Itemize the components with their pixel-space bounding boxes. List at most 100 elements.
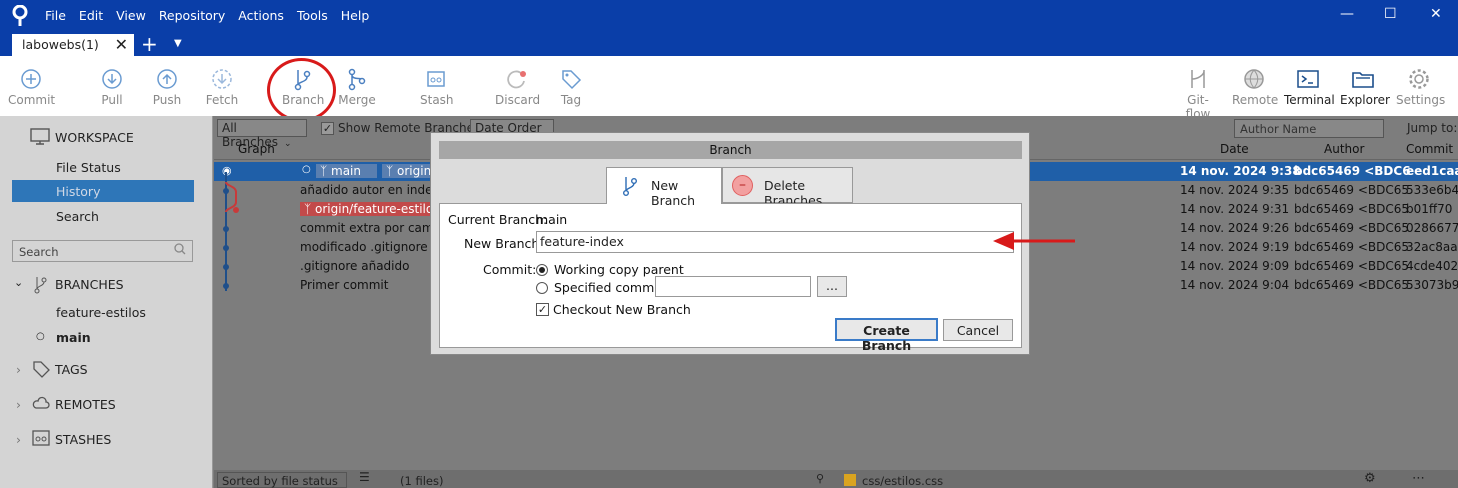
commit-description: modificado .gitignore	[300, 240, 428, 254]
menu-file[interactable]: File	[45, 8, 66, 23]
folder-icon	[1340, 65, 1386, 93]
chevron-right-icon[interactable]: ›	[16, 397, 21, 412]
settings-button[interactable]: Settings	[1396, 65, 1445, 107]
fetch-button[interactable]: Fetch	[205, 65, 239, 107]
tags-header[interactable]: TAGS	[55, 362, 88, 377]
remote-button[interactable]: Remote	[1232, 65, 1279, 107]
menu-help[interactable]: Help	[341, 8, 370, 23]
push-button[interactable]: Push	[152, 65, 182, 107]
search-icon	[174, 243, 186, 258]
current-branch-icon: ○	[36, 331, 45, 342]
specified-commit-input[interactable]	[655, 276, 811, 297]
all-branches-select[interactable]: All Branches ⌄	[217, 119, 307, 149]
bottom-bar: Sorted by file status ☰ (1 files) ⚲ css/…	[214, 470, 1458, 488]
author-name-input[interactable]: Author Name	[1234, 119, 1384, 138]
menu-view[interactable]: View	[116, 8, 146, 23]
menu-actions[interactable]: Actions	[238, 8, 284, 23]
create-branch-button[interactable]: Create Branch	[835, 318, 938, 353]
terminal-button[interactable]: Terminal	[1284, 65, 1335, 107]
browse-commit-button[interactable]: ...	[817, 276, 847, 297]
chevron-right-icon[interactable]: ›	[16, 432, 21, 447]
commit-date: 14 nov. 2024 9:09	[1180, 259, 1290, 273]
branch-tag-origin: ᛉ origin	[382, 164, 434, 178]
push-label: Push	[152, 93, 182, 107]
repo-tab-label: labowebs(1)	[22, 37, 99, 52]
merge-button[interactable]: Merge	[338, 65, 376, 107]
new-branch-input[interactable]: feature-index	[536, 231, 1014, 253]
author-column-header[interactable]: Author	[1324, 142, 1364, 156]
explorer-button[interactable]: Explorer	[1340, 65, 1390, 107]
new-tab-icon[interactable]: +	[141, 32, 158, 56]
tag-icon	[32, 360, 50, 381]
sidebar-item-search[interactable]: Search	[56, 209, 99, 224]
merge-icon	[338, 65, 376, 93]
remote-label: Remote	[1232, 93, 1279, 107]
specified-commit-radio[interactable]	[536, 282, 548, 294]
commit-author: bdc65469 <BDC65	[1294, 221, 1409, 235]
pull-label: Pull	[101, 93, 123, 107]
commit-hash: b01ff70	[1406, 202, 1453, 216]
branch-feature-estilos[interactable]: feature-estilos	[56, 305, 146, 320]
discard-label: Discard	[495, 93, 541, 107]
remotes-header[interactable]: REMOTES	[55, 397, 116, 412]
tag-button[interactable]: Tag	[560, 65, 582, 107]
branch-tag-main-label: main	[331, 164, 361, 178]
close-tab-icon[interactable]: ✕	[115, 35, 128, 54]
branch-icon	[32, 275, 48, 298]
commit-label: Commit:	[483, 262, 537, 277]
new-branch-label: New Branch:	[464, 236, 544, 251]
commit-hash: 4cde402	[1406, 259, 1458, 273]
checkout-checkbox[interactable]: ✓	[536, 303, 549, 316]
search-input[interactable]: Search	[12, 240, 193, 262]
cancel-button[interactable]: Cancel	[943, 319, 1013, 341]
tag-icon	[560, 65, 582, 93]
sidebar-item-file-status[interactable]: File Status	[56, 160, 121, 175]
pull-button[interactable]: Pull	[98, 65, 126, 107]
branches-header[interactable]: BRANCHES	[55, 277, 124, 292]
commit-button[interactable]: Commit	[8, 65, 55, 107]
show-remote-checkbox[interactable]: ✓	[321, 122, 334, 135]
commit-icon	[8, 65, 53, 93]
terminal-label: Terminal	[1284, 93, 1335, 107]
chevron-down-icon[interactable]: ⌄	[14, 276, 23, 289]
stash-label: Stash	[420, 93, 454, 107]
sourcetree-logo-icon	[12, 4, 28, 30]
list-view-icon[interactable]: ☰	[359, 470, 370, 484]
close-icon[interactable]: ✕	[1430, 6, 1442, 22]
menu-repository[interactable]: Repository	[159, 8, 225, 23]
working-copy-radio[interactable]	[536, 264, 548, 276]
new-branch-input-value: feature-index	[540, 234, 624, 249]
gear-icon[interactable]: ⚙	[1364, 471, 1376, 486]
tab-delete-branches[interactable]: – Delete Branches	[722, 167, 853, 208]
menu-tools[interactable]: Tools	[297, 8, 328, 23]
maximize-icon[interactable]: ☐	[1384, 6, 1397, 22]
commit-description: .gitignore añadido	[300, 259, 410, 273]
search-icon[interactable]: ⚲	[816, 472, 824, 485]
globe-icon	[1232, 65, 1276, 93]
commit-date: 14 nov. 2024 9:04	[1180, 278, 1290, 292]
repo-tab[interactable]: labowebs(1) ✕	[12, 34, 134, 56]
branch-main[interactable]: main	[56, 330, 91, 345]
git-flow-button[interactable]: Git-flow	[1175, 65, 1221, 121]
search-placeholder: Search	[19, 245, 59, 259]
menu-edit[interactable]: Edit	[79, 8, 103, 23]
sort-select[interactable]: Sorted by file status	[217, 472, 347, 488]
merge-label: Merge	[338, 93, 376, 107]
working-copy-label: Working copy parent	[554, 262, 684, 277]
more-icon[interactable]: ⋯	[1412, 471, 1425, 486]
branch-tag-origin-feature-label: origin/feature-estilos	[315, 202, 440, 216]
commit-author: bdc65469 <BDC65	[1294, 202, 1409, 216]
stash-button[interactable]: Stash	[420, 65, 454, 107]
minimize-icon[interactable]: —	[1340, 6, 1354, 22]
push-icon	[152, 65, 182, 93]
chevron-right-icon[interactable]: ›	[16, 362, 21, 377]
branch-tag-origin-label: origin	[397, 164, 432, 178]
sidebar-item-history[interactable]: History	[56, 184, 100, 199]
commit-column-header[interactable]: Commit	[1406, 142, 1453, 156]
date-column-header[interactable]: Date	[1220, 142, 1249, 156]
graph-column-header[interactable]: Graph	[238, 142, 275, 156]
discard-button[interactable]: Discard	[495, 65, 541, 107]
tab-new-branch[interactable]: New Branch	[606, 167, 722, 208]
stashes-header[interactable]: STASHES	[55, 432, 111, 447]
chevron-down-icon[interactable]: ▼	[174, 38, 182, 49]
